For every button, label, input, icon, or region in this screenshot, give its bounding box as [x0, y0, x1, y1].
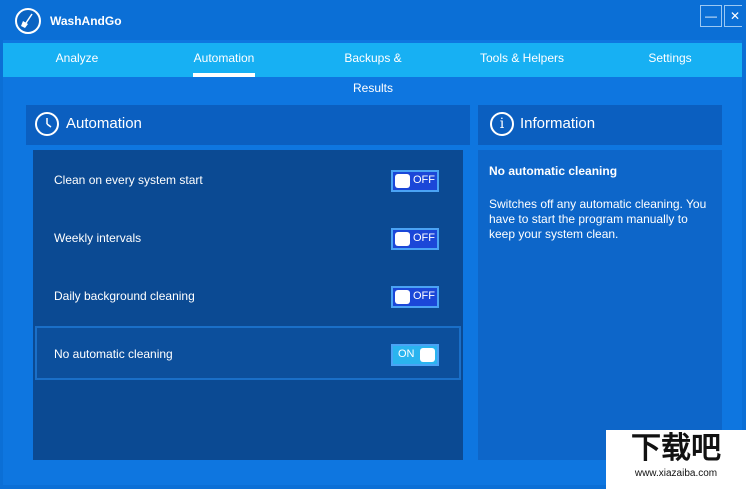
system-start-toggle[interactable]: OFF	[391, 170, 439, 192]
main-nav: Analyze Automation Backups & Results Too…	[3, 43, 742, 95]
broom-icon	[15, 8, 41, 34]
setting-row-daily-background[interactable]: Daily background cleaning OFF	[33, 268, 463, 324]
toggle-knob	[395, 232, 410, 246]
tab-automation[interactable]: Automation	[193, 43, 255, 77]
setting-row-system-start[interactable]: Clean on every system start OFF	[33, 152, 463, 208]
toggle-knob	[395, 290, 410, 304]
toggle-state: OFF	[413, 232, 435, 244]
setting-label: Daily background cleaning	[54, 289, 195, 303]
info-heading: No automatic cleaning	[489, 164, 618, 178]
info-icon: i	[490, 112, 514, 136]
app-title: WashAndGo	[50, 14, 122, 28]
tab-settings[interactable]: Settings	[643, 43, 697, 77]
tab-backups-results[interactable]: Backups & Results	[323, 43, 423, 95]
tab-analyze[interactable]: Analyze	[47, 43, 107, 77]
watermark-url: www.xiazaiba.com	[634, 468, 718, 479]
automation-panel-header: Automation	[26, 105, 470, 145]
close-button[interactable]: ✕	[724, 5, 742, 27]
watermark-logo-text: 下载吧	[631, 431, 721, 466]
setting-row-weekly[interactable]: Weekly intervals OFF	[33, 210, 463, 266]
tab-tools-helpers[interactable]: Tools & Helpers	[477, 43, 567, 77]
info-description: Switches off any automatic cleaning. You…	[489, 197, 707, 241]
weekly-toggle[interactable]: OFF	[391, 228, 439, 250]
no-automatic-toggle[interactable]: ON	[391, 344, 439, 366]
toggle-state: OFF	[413, 174, 435, 186]
site-watermark: 下载吧 www.xiazaiba.com	[606, 430, 746, 489]
toggle-state: ON	[398, 348, 415, 360]
setting-label: No automatic cleaning	[54, 347, 173, 361]
automation-panel-title: Automation	[66, 115, 142, 132]
setting-row-no-automatic[interactable]: No automatic cleaning ON	[33, 326, 463, 382]
setting-label: Weekly intervals	[54, 231, 142, 245]
information-panel-header: i Information	[478, 105, 722, 145]
app-window: WashAndGo — ✕ Analyze Automation Backups…	[3, 4, 742, 485]
information-panel-title: Information	[520, 115, 596, 132]
information-panel-body: No automatic cleaning Switches off any a…	[478, 150, 722, 460]
daily-background-toggle[interactable]: OFF	[391, 286, 439, 308]
title-bar: WashAndGo — ✕	[3, 4, 742, 40]
toggle-knob	[420, 348, 435, 362]
clock-icon	[35, 112, 59, 136]
setting-label: Clean on every system start	[54, 173, 203, 187]
toggle-state: OFF	[413, 290, 435, 302]
automation-panel-body: Clean on every system start OFF Weekly i…	[33, 150, 463, 460]
minimize-button[interactable]: —	[700, 5, 722, 27]
toggle-knob	[395, 174, 410, 188]
